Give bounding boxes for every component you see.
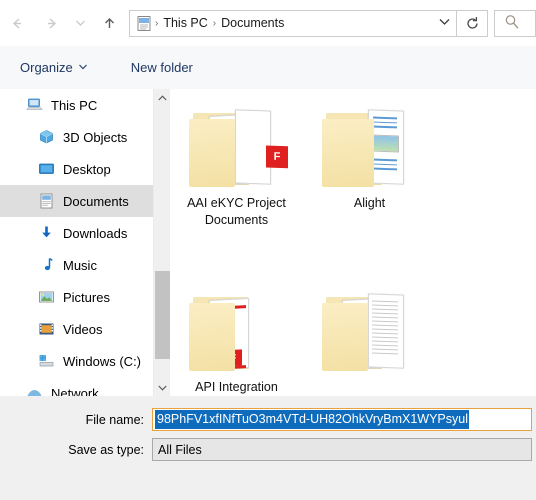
sidebar-label: Videos	[63, 321, 103, 337]
folder-pdf-icon: λ PDF	[188, 289, 285, 373]
file-list-pane[interactable]: PDF F AAI eKYC Project Documents	[170, 89, 536, 396]
save-as-type-select[interactable]: All Files	[152, 438, 532, 461]
desktop-icon	[38, 161, 55, 177]
file-name-label: File name:	[85, 412, 144, 427]
chevron-down-icon	[75, 20, 85, 26]
list-item-label: Alight	[353, 196, 386, 210]
file-name-value: 98PhFV1xfINfTuO3m4VTd-UH82OhkVryBmX1WYPs…	[155, 410, 469, 429]
sidebar-item-network[interactable]: Network	[0, 377, 170, 396]
sidebar-label: Desktop	[63, 161, 111, 177]
list-item[interactable]: Alight	[303, 97, 436, 281]
scroll-down-button[interactable]	[154, 379, 170, 396]
organize-button[interactable]: Organize	[20, 60, 87, 75]
new-folder-button[interactable]: New folder	[131, 60, 193, 75]
scrollbar-thumb[interactable]	[155, 271, 170, 359]
arrow-left-icon	[12, 17, 21, 29]
folder-text-icon	[321, 289, 418, 373]
list-item[interactable]: PDF F AAI eKYC Project Documents	[170, 97, 303, 281]
sidebar-item-music[interactable]: Music	[0, 249, 170, 281]
folder-image-icon	[321, 105, 418, 189]
search-icon	[504, 14, 520, 33]
breadcrumb: › This PC › Documents	[153, 16, 432, 30]
breadcrumb-separator-1: ›	[212, 17, 217, 29]
search-input[interactable]	[494, 9, 536, 37]
music-icon	[38, 257, 55, 273]
scroll-up-button[interactable]	[154, 89, 170, 106]
network-icon	[26, 385, 43, 396]
documents-folder-icon	[135, 15, 153, 32]
drive-icon	[38, 353, 55, 369]
chevron-down-icon	[158, 385, 167, 391]
downloads-icon	[38, 225, 55, 241]
sidebar-label: This PC	[51, 97, 98, 113]
sidebar-label: Documents	[63, 193, 129, 209]
sidebar-label: 3D Objects	[63, 129, 128, 145]
recent-locations-button[interactable]	[68, 5, 92, 41]
documents-icon	[38, 193, 55, 209]
chevron-down-icon	[78, 63, 87, 72]
file-name-row: File name: 98PhFV1xfINfTuO3m4VTd-UH82Ohk…	[0, 408, 532, 431]
3d-objects-icon	[38, 129, 55, 145]
this-pc-icon	[26, 97, 43, 113]
address-bar[interactable]: › This PC › Documents	[129, 9, 457, 37]
list-item[interactable]	[303, 281, 436, 396]
breadcrumb-separator-0: ›	[155, 17, 159, 29]
sidebar-item-3d-objects[interactable]: 3D Objects	[0, 121, 170, 153]
sidebar-item-pictures[interactable]: Pictures	[0, 281, 170, 313]
sidebar-item-this-pc[interactable]: This PC	[0, 89, 170, 121]
sidebar-label: Music	[63, 257, 97, 273]
save-as-type-value: All Files	[158, 442, 202, 457]
chevron-down-icon	[439, 19, 449, 25]
sidebar-scrollbar[interactable]	[153, 89, 170, 396]
file-save-dialog: › This PC › Documents Organize New folde…	[0, 0, 536, 500]
command-bar: Organize New folder	[0, 46, 536, 89]
up-button[interactable]	[92, 5, 126, 41]
sidebar-label: Network	[51, 385, 99, 397]
pictures-icon	[38, 289, 55, 305]
save-as-type-label: Save as type:	[68, 442, 144, 457]
list-item-label: API Integration Documents	[195, 380, 278, 394]
chevron-up-icon	[158, 94, 167, 100]
sidebar-item-desktop[interactable]: Desktop	[0, 153, 170, 185]
list-item-label: AAI eKYC Project Documents	[187, 196, 286, 227]
refresh-button[interactable]	[457, 9, 488, 37]
list-item[interactable]: λ PDF API Integration Documents	[170, 281, 303, 396]
folder-pdf-icon: PDF F	[188, 105, 288, 189]
breadcrumb-this-pc[interactable]: This PC	[160, 16, 210, 30]
refresh-icon	[466, 16, 478, 29]
dialog-body: This PC 3D Objects Desktop Documents Dow…	[0, 89, 536, 396]
arrow-up-icon	[104, 17, 114, 28]
videos-icon	[38, 321, 55, 337]
back-button[interactable]	[0, 5, 34, 41]
sidebar-label: Pictures	[63, 289, 110, 305]
sidebar-item-downloads[interactable]: Downloads	[0, 217, 170, 249]
sidebar-label: Windows (C:)	[63, 353, 142, 369]
navigation-sidebar: This PC 3D Objects Desktop Documents Dow…	[0, 89, 170, 396]
save-as-type-row: Save as type: All Files	[0, 438, 532, 461]
arrow-right-icon	[47, 17, 56, 29]
sidebar-item-videos[interactable]: Videos	[0, 313, 170, 345]
navigation-bar: › This PC › Documents	[0, 0, 536, 46]
address-dropdown-button[interactable]	[432, 17, 456, 29]
file-name-input[interactable]: 98PhFV1xfINfTuO3m4VTd-UH82OhkVryBmX1WYPs…	[152, 408, 532, 431]
forward-button[interactable]	[34, 5, 68, 41]
breadcrumb-documents[interactable]: Documents	[218, 16, 287, 30]
new-folder-label: New folder	[130, 60, 193, 75]
organize-label: Organize	[20, 60, 73, 75]
sidebar-label: Downloads	[63, 225, 128, 241]
dialog-footer: File name: 98PhFV1xfINfTuO3m4VTd-UH82Ohk…	[0, 396, 536, 500]
sidebar-item-documents[interactable]: Documents	[0, 185, 170, 217]
sidebar-item-windows-c[interactable]: Windows (C:)	[0, 345, 170, 377]
file-grid: PDF F AAI eKYC Project Documents	[170, 89, 536, 396]
